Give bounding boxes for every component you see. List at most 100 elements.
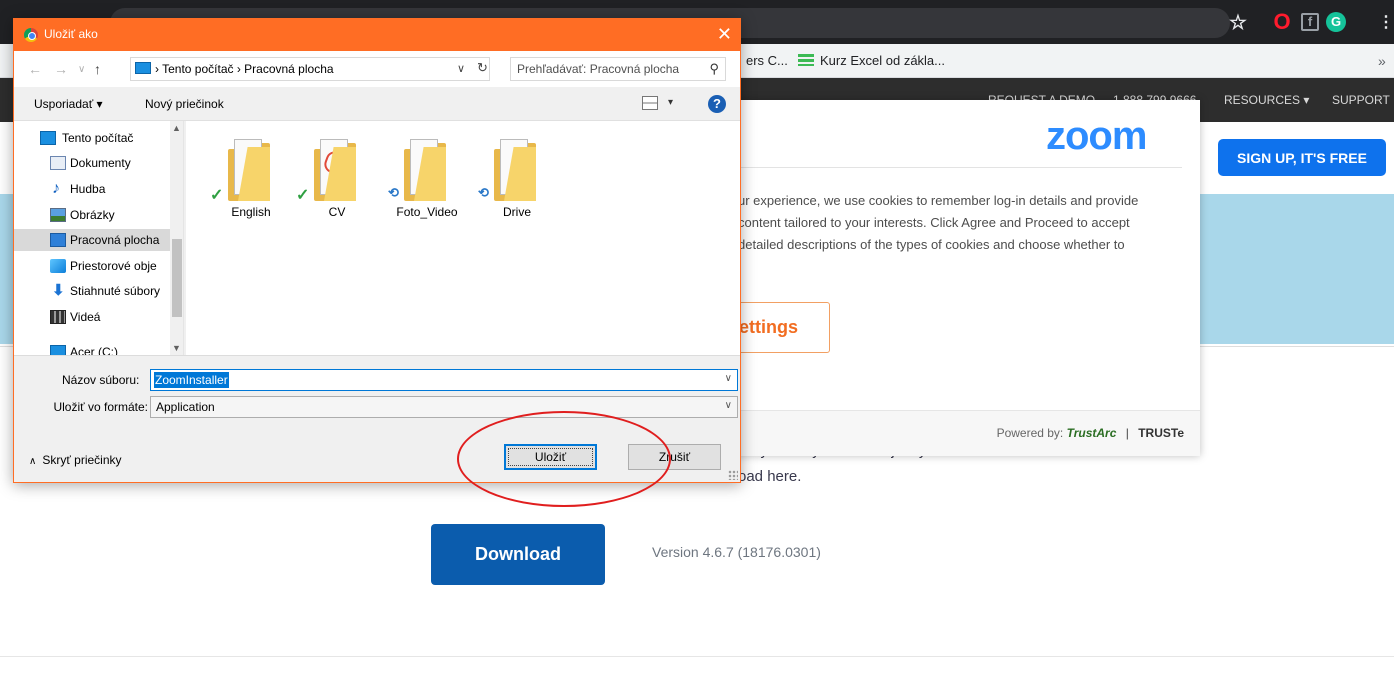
path-dropdown-chevron-icon[interactable]: ∨ <box>457 62 465 75</box>
hide-folders-toggle[interactable]: ∧ Skryť priečinky <box>29 453 122 467</box>
3d-objects-icon <box>50 259 66 273</box>
divider <box>738 167 1182 168</box>
resources-menu[interactable]: RESOURCES ▾ <box>1224 93 1309 107</box>
truste-logo[interactable]: TRUSTe <box>1138 426 1184 440</box>
format-select[interactable]: Application ∨ <box>150 396 738 418</box>
save-as-dialog: Uložiť ako ✕ ← → ∨ ↑ › Tento počítač › P… <box>13 18 741 483</box>
search-box[interactable]: ⚲ <box>510 57 726 81</box>
sync-complete-icon: ✓ <box>296 187 310 204</box>
computer-icon <box>135 62 151 74</box>
dialog-title: Uložiť ako <box>44 27 98 41</box>
cookie-text-line: content tailored to your interests. Clic… <box>738 215 1130 230</box>
folder-item-drive[interactable]: ⟲ Drive <box>472 135 562 221</box>
nav-item-label: Priestorové obje <box>70 259 157 273</box>
nav-item-music[interactable]: ♪ Hudba <box>14 178 170 200</box>
grammarly-extension-icon[interactable]: G <box>1322 8 1350 36</box>
save-form: Názov súboru: ZoomInstaller ∨ Uložiť vo … <box>14 355 740 482</box>
cancel-button[interactable]: Zrušiť <box>628 444 721 470</box>
bookmarks-overflow-icon[interactable]: » <box>1378 53 1386 69</box>
folder-icon <box>314 139 356 201</box>
downloads-icon: ⬇ <box>52 282 65 299</box>
nav-item-label: Stiahnuté súbory <box>70 284 161 298</box>
chevron-up-icon: ∧ <box>29 456 37 467</box>
folder-item-english[interactable]: ✓ English <box>206 135 296 221</box>
nav-item-desktop[interactable]: Pracovná plocha <box>14 229 170 251</box>
nav-item-label: Obrázky <box>70 208 115 222</box>
scroll-down-icon[interactable]: ▼ <box>172 343 181 353</box>
up-arrow-icon[interactable]: ↑ <box>94 61 101 77</box>
zoom-logo: zoom <box>1046 114 1147 158</box>
nav-item-this-pc[interactable]: Tento počítač <box>14 127 170 149</box>
nav-item-pictures[interactable]: Obrázky <box>14 204 170 226</box>
filename-label: Názov súboru: <box>62 373 140 387</box>
resize-grip-icon[interactable] <box>728 470 738 480</box>
bookmark-star-icon[interactable]: ☆ <box>1224 8 1252 36</box>
path-breadcrumb[interactable]: › Tento počítač › Pracovná plocha ∨ ↻ <box>130 57 490 81</box>
cookie-text: ur experience, we use cookies to remembe… <box>738 190 1182 256</box>
pictures-icon <box>50 208 66 222</box>
sync-pending-icon: ⟲ <box>388 185 399 200</box>
bookmark-excel[interactable]: Kurz Excel od zákla... <box>798 53 945 68</box>
music-icon: ♪ <box>52 180 60 197</box>
close-icon[interactable]: ✕ <box>717 24 732 45</box>
refresh-icon[interactable]: ↻ <box>477 60 488 76</box>
dialog-titlebar[interactable]: Uložiť ako ✕ <box>14 19 740 51</box>
download-button[interactable]: Download <box>431 524 605 585</box>
bookmark-item[interactable]: ers C... <box>746 53 788 68</box>
folder-name: CV <box>328 205 346 219</box>
powered-by-label: Powered by: <box>996 426 1064 440</box>
forward-arrow-icon[interactable]: → <box>54 61 68 77</box>
folder-item-foto-video[interactable]: ⟲ Foto_Video <box>382 135 472 221</box>
view-options-icon[interactable] <box>642 96 658 110</box>
nav-item-label: Pracovná plocha <box>70 233 160 247</box>
format-dropdown-chevron-icon[interactable]: ∨ <box>725 400 732 411</box>
folder-icon <box>494 139 536 201</box>
cookie-footer: Powered by: TrustArc | TRUSTe <box>700 410 1200 456</box>
back-arrow-icon[interactable]: ← <box>28 61 42 77</box>
support-link[interactable]: SUPPORT <box>1332 93 1390 107</box>
bookmark-label: Kurz Excel od zákla... <box>820 53 945 68</box>
drive-icon <box>50 345 66 355</box>
folder-name: Foto_Video <box>396 205 458 219</box>
divider <box>0 656 1394 657</box>
format-label: Uložiť vo formáte: <box>53 400 148 414</box>
scroll-thumb[interactable] <box>172 239 182 317</box>
dialog-toolbar: Usporiadať ▾ Nový priečinok ▾ ? <box>14 87 740 121</box>
desktop-icon <box>50 233 66 247</box>
powered-by: Powered by: TrustArc | TRUSTe <box>997 426 1184 440</box>
view-options-chevron-icon[interactable]: ▾ <box>668 97 673 108</box>
folder-item-cv[interactable]: ✓ CV <box>292 135 382 221</box>
nav-item-documents[interactable]: Dokumenty <box>14 152 170 174</box>
computer-icon <box>40 131 56 145</box>
browser-menu-icon[interactable]: ⋮ <box>1372 8 1394 36</box>
nav-item-drive-c[interactable]: Acer (C:) <box>14 341 170 355</box>
sync-complete-icon: ✓ <box>210 187 224 204</box>
sync-pending-icon: ⟲ <box>478 185 489 200</box>
nav-item-label: Hudba <box>70 182 106 196</box>
new-folder-button[interactable]: Nový priečinok <box>145 97 224 111</box>
opera-extension-icon[interactable]: O <box>1268 8 1296 36</box>
signup-button[interactable]: SIGN UP, IT'S FREE <box>1218 139 1386 176</box>
trustarc-logo[interactable]: TrustArc <box>1067 426 1117 440</box>
nav-item-3d-objects[interactable]: Priestorové obje <box>14 255 170 277</box>
cookie-text-line: detailed descriptions of the types of co… <box>738 237 1125 252</box>
path-text: › Tento počítač › Pracovná plocha <box>155 62 334 76</box>
filename-field[interactable]: ZoomInstaller ∨ <box>150 369 738 391</box>
facebook-extension-icon[interactable]: f <box>1296 8 1324 36</box>
organize-button[interactable]: Usporiadať ▾ <box>34 97 103 111</box>
navigation-scrollbar[interactable]: ▲ ▼ <box>170 121 183 355</box>
documents-icon <box>50 156 66 170</box>
version-label: Version 4.6.7 (18176.0301) <box>652 544 821 560</box>
screen: ☆ O f G ⋮ ers C... Kurz Excel od zákla..… <box>0 0 1394 677</box>
help-icon[interactable]: ? <box>708 95 726 113</box>
nav-item-downloads[interactable]: ⬇ Stiahnuté súbory <box>14 280 170 302</box>
nav-item-videos[interactable]: Videá <box>14 306 170 328</box>
search-input[interactable] <box>511 58 699 80</box>
recent-locations-chevron-icon[interactable]: ∨ <box>78 64 85 75</box>
scroll-up-icon[interactable]: ▲ <box>172 123 181 133</box>
save-button[interactable]: Uložiť <box>504 444 597 470</box>
filename-dropdown-chevron-icon[interactable]: ∨ <box>725 373 732 384</box>
chrome-icon <box>24 28 38 42</box>
filename-input[interactable]: ZoomInstaller <box>154 372 229 388</box>
cookie-consent-banner: zoom ur experience, we use cookies to re… <box>700 100 1200 456</box>
